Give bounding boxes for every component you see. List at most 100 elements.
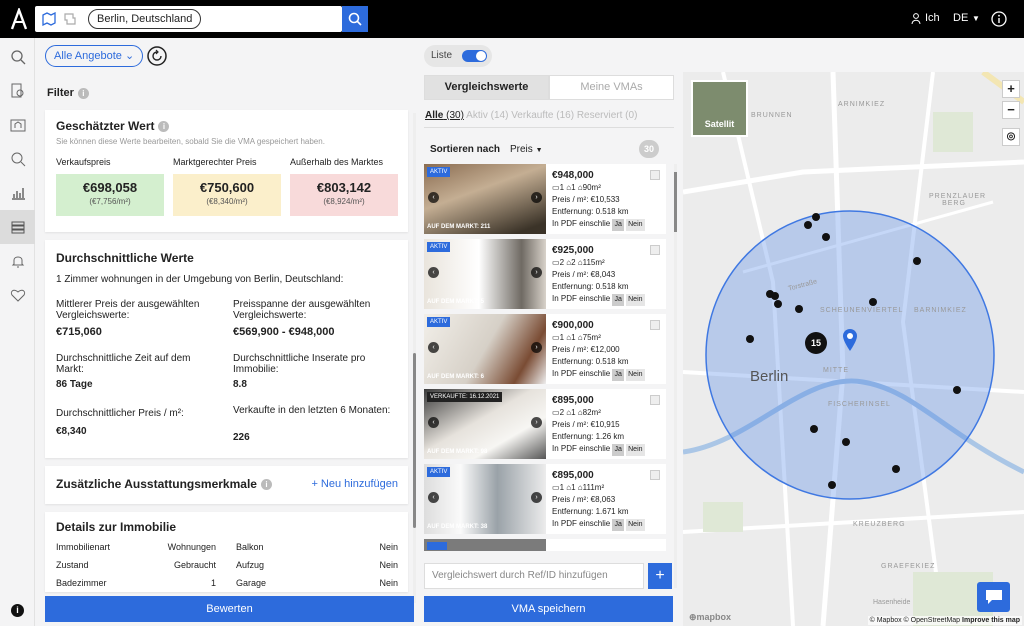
comparable-card[interactable] <box>424 539 666 551</box>
search-box[interactable]: Berlin, Deutschland <box>35 6 342 32</box>
subtab-active[interactable]: Aktiv (14) <box>466 110 508 121</box>
sidebar-valuation[interactable] <box>0 108 35 142</box>
chevron-right-icon[interactable]: › <box>531 267 542 278</box>
pdf-yes[interactable]: Ja <box>612 294 624 306</box>
chevron-left-icon[interactable]: ‹ <box>428 342 439 353</box>
chevron-left-icon[interactable]: ‹ <box>428 417 439 428</box>
location-pin-icon[interactable] <box>842 328 858 352</box>
map-marker[interactable] <box>795 305 803 313</box>
subtab-all[interactable]: Alle (30) <box>425 110 464 121</box>
refresh-icon[interactable] <box>147 46 167 66</box>
add-comparable-input[interactable]: Vergleichswert durch Ref/ID hinzufügen <box>424 563 644 589</box>
comparable-card[interactable]: AKTIV ‹ › AUF DEM MARKT: 211 €948,000 ▭1… <box>424 164 666 234</box>
list-toggle-switch[interactable] <box>462 50 487 62</box>
improve-map-link[interactable]: Improve this map <box>962 617 1020 624</box>
sidebar-reports[interactable] <box>0 74 35 108</box>
map-marker[interactable] <box>828 481 836 489</box>
chevron-left-icon[interactable]: ‹ <box>428 267 439 278</box>
select-checkbox[interactable] <box>650 470 660 480</box>
select-checkbox[interactable] <box>650 320 660 330</box>
list-scrollbar[interactable] <box>674 164 677 588</box>
pdf-no[interactable]: Nein <box>626 294 645 306</box>
info-icon[interactable]: i <box>77 87 89 99</box>
select-checkbox[interactable] <box>650 245 660 255</box>
comparable-card[interactable]: AKTIV ‹ › AUF DEM MARKT: 5 €925,000 ▭2 ⌂… <box>424 239 666 309</box>
offers-filter-dropdown[interactable]: Alle Angebote ⌄ <box>45 45 144 67</box>
select-checkbox[interactable] <box>650 170 660 180</box>
map-marker[interactable] <box>913 257 921 265</box>
map-draw-icon[interactable] <box>42 12 56 26</box>
sidebar-search[interactable] <box>0 40 35 74</box>
chevron-left-icon[interactable]: ‹ <box>428 192 439 203</box>
property-photo[interactable]: AKTIV ‹ › AUF DEM MARKT: 38 <box>424 464 546 534</box>
map-cluster[interactable]: 15 <box>805 332 827 354</box>
comparable-card[interactable]: AKTIV ‹ › AUF DEM MARKT: 6 €900,000 ▭1 ⌂… <box>424 314 666 384</box>
help-icon[interactable]: i <box>11 604 24 617</box>
language-select[interactable]: DE <box>953 12 968 24</box>
tab-my-cmas[interactable]: Meine VMAs <box>549 75 674 100</box>
location-chip[interactable]: Berlin, Deutschland <box>88 9 202 29</box>
subtab-sold[interactable]: Verkaufte (16) <box>511 110 574 121</box>
chevron-right-icon[interactable]: › <box>531 192 542 203</box>
list-toggle[interactable]: Liste <box>424 45 492 67</box>
info-icon[interactable]: i <box>260 479 272 491</box>
map-marker[interactable] <box>746 335 754 343</box>
sidebar-market[interactable] <box>0 142 35 176</box>
list-scrollbar-thumb[interactable] <box>674 172 677 232</box>
select-checkbox[interactable] <box>650 395 660 405</box>
property-photo[interactable]: AKTIV ‹ › AUF DEM MARKT: 6 <box>424 314 546 384</box>
pdf-no[interactable]: Nein <box>626 519 645 531</box>
map-marker[interactable] <box>774 300 782 308</box>
comparable-card[interactable]: AKTIV ‹ › AUF DEM MARKT: 38 €895,000 ▭1 … <box>424 464 666 534</box>
satellite-toggle[interactable]: Satellit <box>691 80 748 137</box>
pdf-no[interactable]: Nein <box>626 219 645 231</box>
evaluate-button[interactable]: Bewerten <box>45 596 414 622</box>
pdf-yes[interactable]: Ja <box>612 219 624 231</box>
pdf-yes[interactable]: Ja <box>612 369 624 381</box>
property-photo[interactable] <box>424 539 546 551</box>
sidebar-cma[interactable] <box>0 210 35 244</box>
info-icon[interactable] <box>991 11 1007 27</box>
pdf-yes[interactable]: Ja <box>612 519 624 531</box>
user-menu[interactable]: Ich <box>925 12 940 24</box>
zoom-in-button[interactable]: + <box>1002 80 1020 98</box>
chevron-left-icon[interactable]: ‹ <box>428 492 439 503</box>
left-scrollbar-thumb[interactable] <box>413 353 416 528</box>
map-marker[interactable] <box>804 221 812 229</box>
pdf-no[interactable]: Nein <box>626 444 645 456</box>
app-logo[interactable] <box>10 8 28 30</box>
locate-icon[interactable]: ◎ <box>1002 128 1020 146</box>
sidebar-alerts[interactable] <box>0 244 35 278</box>
add-feature-link[interactable]: + Neu hinzufügen <box>311 478 398 490</box>
zoom-out-button[interactable]: − <box>1002 101 1020 119</box>
comparable-card[interactable]: VERKAUFTE: 16.12.2021 ‹ › AUF DEM MARKT:… <box>424 389 666 459</box>
pdf-no[interactable]: Nein <box>626 369 645 381</box>
map-attribution-text[interactable]: © Mapbox © OpenStreetMap <box>870 617 960 624</box>
pdf-yes[interactable]: Ja <box>612 444 624 456</box>
property-photo[interactable]: AKTIV ‹ › AUF DEM MARKT: 5 <box>424 239 546 309</box>
map-marker[interactable] <box>842 438 850 446</box>
search-button[interactable] <box>342 6 368 32</box>
map-marker[interactable] <box>810 425 818 433</box>
chat-button[interactable] <box>977 582 1010 612</box>
map-marker[interactable] <box>869 298 877 306</box>
sort-select[interactable]: Preis ▼ <box>510 144 543 155</box>
chevron-right-icon[interactable]: › <box>531 492 542 503</box>
property-photo[interactable]: AKTIV ‹ › AUF DEM MARKT: 211 <box>424 164 546 234</box>
mapbox-logo[interactable]: ⊕mapbox <box>689 612 731 623</box>
info-icon[interactable]: i <box>158 121 170 133</box>
map-marker[interactable] <box>953 386 961 394</box>
property-photo[interactable]: VERKAUFTE: 16.12.2021 ‹ › AUF DEM MARKT:… <box>424 389 546 459</box>
chevron-right-icon[interactable]: › <box>531 417 542 428</box>
polygon-icon[interactable] <box>63 12 77 26</box>
chevron-right-icon[interactable]: › <box>531 342 542 353</box>
map-marker[interactable] <box>812 213 820 221</box>
map-marker[interactable] <box>822 233 830 241</box>
map[interactable]: Satellit + − ◎ BRUNNEN ARNIMKIEZ PRENZLA… <box>683 72 1024 626</box>
add-comparable-button[interactable]: + <box>648 563 672 589</box>
save-cma-button[interactable]: VMA speichern <box>424 596 673 622</box>
sidebar-analytics[interactable] <box>0 176 35 210</box>
sidebar-favorites[interactable] <box>0 278 35 312</box>
map-marker[interactable] <box>771 292 779 300</box>
tab-comparables[interactable]: Vergleichswerte <box>424 75 549 100</box>
